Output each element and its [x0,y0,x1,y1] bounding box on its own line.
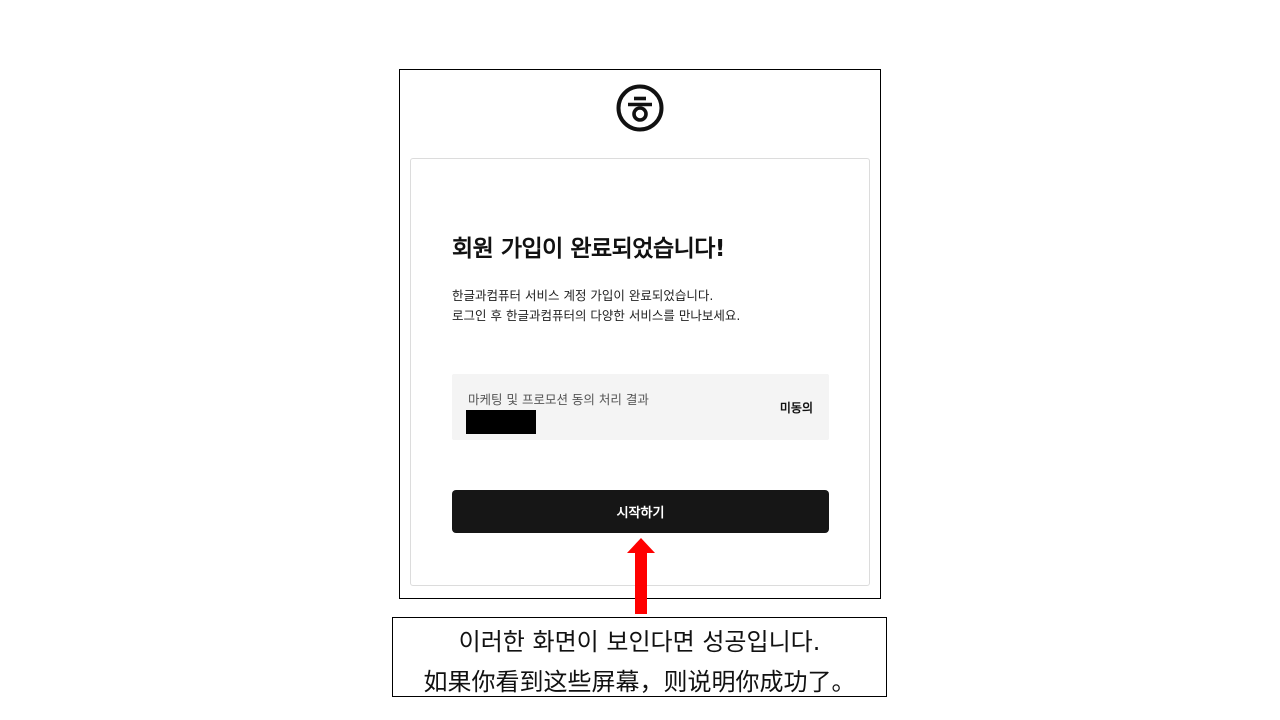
start-button[interactable]: 시작하기 [452,490,829,533]
signup-complete-card: 회원 가입이 완료되었습니다! 한글과컴퓨터 서비스 계정 가입이 완료되었습니… [410,158,870,586]
description-line: 한글과컴퓨터 서비스 계정 가입이 완료되었습니다. [452,288,714,303]
caption-korean: 이러한 화면이 보인다면 성공입니다. [458,628,821,656]
description-line: 로그인 후 한글과컴퓨터의 다양한 서비스를 만나보세요. [452,308,741,323]
consent-status: 미동의 [779,401,813,415]
marketing-consent-box: 마케팅 및 프로모션 동의 처리 결과 미동의 [452,374,829,440]
annotation-caption: 이러한 화면이 보인다면 성공입니다. 如果你看到这些屏幕，则说明你成功了。 [392,617,887,697]
caption-chinese: 如果你看到这些屏幕，则说明你成功了。 [423,668,856,696]
redacted-area [466,410,536,434]
hancom-logo-icon [616,84,664,132]
page-title: 회원 가입이 완료되었습니다! [452,236,725,262]
red-arrow-up-icon [627,538,655,614]
completion-description: 한글과컴퓨터 서비스 계정 가입이 완료되었습니다. 로그인 후 한글과컴퓨터의… [452,286,740,326]
consent-label: 마케팅 및 프로모션 동의 처리 결과 [468,392,649,407]
screenshot-frame: 회원 가입이 완료되었습니다! 한글과컴퓨터 서비스 계정 가입이 완료되었습니… [399,69,881,599]
